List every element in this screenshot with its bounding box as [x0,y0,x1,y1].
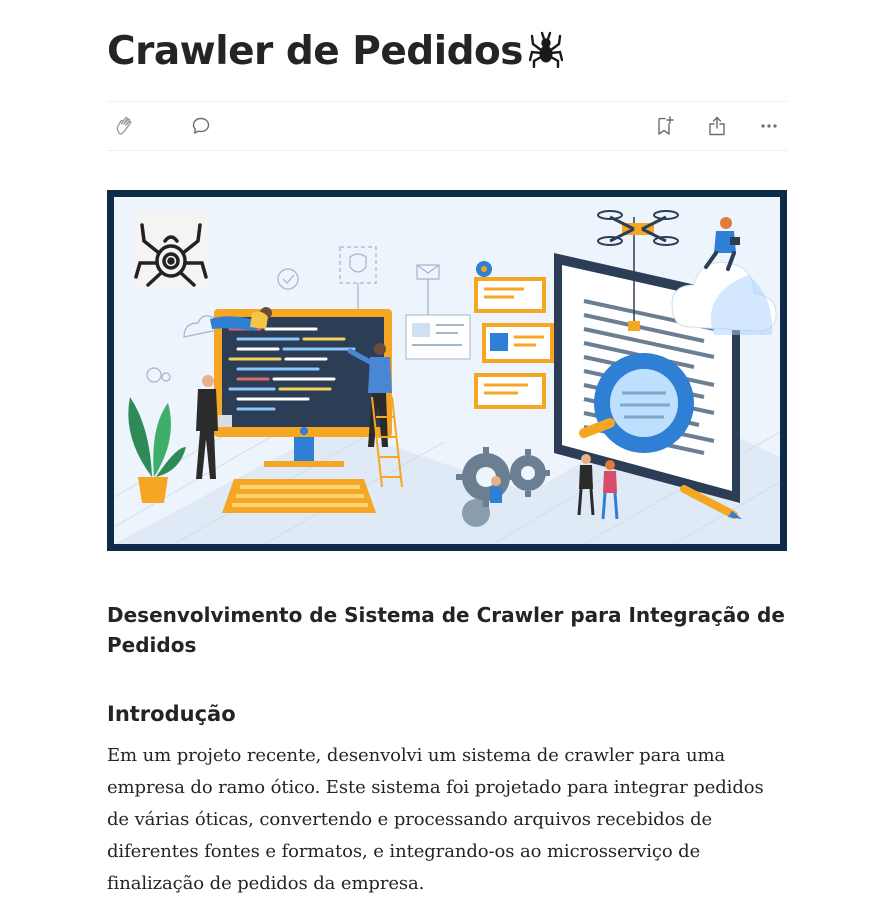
body-paragraph: Em um projeto recente, desenvolvi um sis… [107,745,764,894]
plant [128,397,186,503]
share-button[interactable] [705,114,729,138]
bookmark-add-icon [658,116,674,135]
comment-button[interactable] [189,114,213,138]
drone [597,210,679,246]
hero-image [107,190,787,551]
keyboard [222,479,376,513]
more-button[interactable] [757,114,781,138]
spider-logo [132,211,210,289]
save-button[interactable] [653,114,677,138]
share-icon [709,116,725,136]
action-bar [107,101,787,151]
section-heading: Introdução [107,702,236,726]
clap-icon [116,116,132,135]
article-title: Crawler de Pedidos [107,28,787,80]
cloud [671,217,777,335]
comment-icon [192,117,210,134]
article-subtitle: Desenvolvimento de Sistema de Crawler pa… [107,603,785,657]
article-title-text: Crawler de Pedidos [107,29,524,74]
more-icon [761,124,777,128]
clap-button[interactable] [113,114,137,138]
spider-icon [528,30,564,80]
hero-illustration [114,197,780,544]
